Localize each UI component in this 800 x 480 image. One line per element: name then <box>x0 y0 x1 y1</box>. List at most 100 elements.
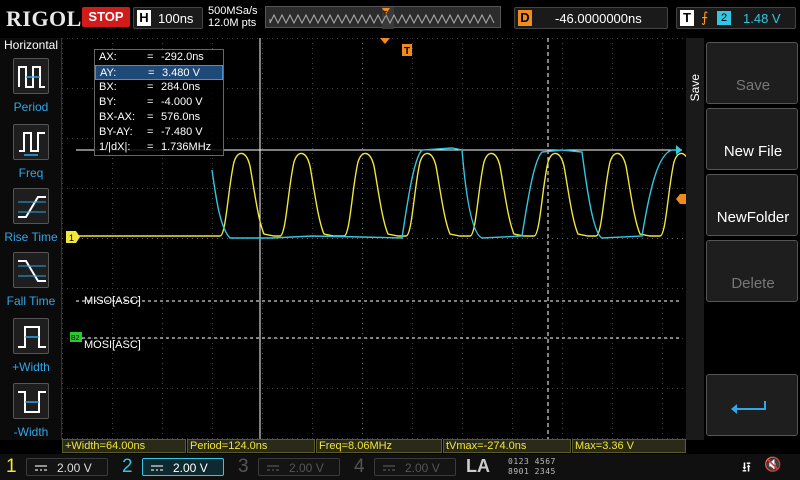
logic-analyzer-label[interactable]: LA <box>466 456 490 477</box>
cursor-row: BY-AY: = -7.480 V <box>95 125 223 140</box>
horizontal-measure-menu: Horizontal Period Freq Rise Time Fall Ti… <box>0 38 62 440</box>
cursor-readout-table: AX: = -292.0ns AY: = 3.480 V BX: = 284.0ns BY: = -4… <box>94 49 224 156</box>
la-bits-row1: 0123 4567 <box>508 457 556 466</box>
new-file-button[interactable]: New File <box>706 108 798 170</box>
delay-box[interactable]: D -46.0000000ns <box>514 7 668 29</box>
dc-coupling-icon <box>264 459 282 480</box>
dc-coupling-icon <box>148 459 166 480</box>
run-stop-indicator[interactable]: STOP <box>82 7 130 27</box>
new-folder-button-label: NewFolder <box>716 209 790 226</box>
top-status-bar: RIGOL STOP H 100ns 500MSa/s 12.0M pts T … <box>0 0 800 36</box>
menu-label-freq: Freq <box>18 166 44 180</box>
new-file-button-label: New File <box>723 143 783 160</box>
logic-analyzer-channels[interactable]: 0123 4567 8901 2345 <box>508 457 556 477</box>
menu-label-neg-width: -Width <box>13 425 49 439</box>
equals-sign: = <box>147 96 154 108</box>
mute-icon[interactable]: 🔇 <box>764 456 781 473</box>
sample-rate: 500MSa/s <box>208 5 258 17</box>
channel-scale-value: 2.00 V <box>57 461 92 475</box>
cursor-row: BY: = -4.000 V <box>95 95 223 110</box>
rigol-logo: RIGOL <box>6 6 82 31</box>
cursor-row: AY: = 3.480 V <box>95 65 223 80</box>
menu-item-neg-width[interactable]: -Width <box>0 383 62 445</box>
menu-item-fall-time[interactable]: Fall Time <box>0 252 62 314</box>
return-button[interactable] <box>706 374 798 436</box>
menu-label-period: Period <box>13 100 49 114</box>
channel-2-box[interactable]: 2 2.00 V <box>116 454 228 480</box>
menu-item-pos-width[interactable]: +Width <box>0 318 62 380</box>
menu-label-rise-time: Rise Time <box>4 230 58 244</box>
delete-button[interactable]: Delete <box>706 240 798 302</box>
period-icon <box>13 58 49 94</box>
waveform-overview-bar[interactable]: T <box>265 6 501 29</box>
new-folder-button[interactable]: NewFolder <box>706 174 798 236</box>
trigger-box[interactable]: T ⨍ 2 1.48 V <box>676 7 796 29</box>
freq-icon <box>13 124 49 160</box>
dc-coupling-icon <box>32 459 50 480</box>
dc-coupling-icon <box>380 459 398 480</box>
rising-edge-icon: ⨍ <box>701 9 709 25</box>
channel-scale-value: 2.00 V <box>405 461 440 475</box>
cursor-row: BX: = 284.0ns <box>95 80 223 95</box>
pos-width-icon <box>13 318 49 354</box>
channel-scale-value: 2.00 V <box>289 461 324 475</box>
menu-label-fall-time: Fall Time <box>6 294 56 308</box>
acquisition-info: 500MSa/s 12.0M pts <box>208 5 258 29</box>
usb-icon: ⭿ <box>742 459 752 475</box>
channel-number: 3 <box>238 456 249 477</box>
channel-4-box[interactable]: 4 2.00 V <box>348 454 460 480</box>
overview-waveform: T <box>269 7 495 29</box>
cursor-value: 284.0ns <box>161 81 201 93</box>
memory-depth: 12.0M pts <box>208 17 257 29</box>
save-button[interactable]: Save <box>706 42 798 104</box>
channel-scale-box: 2.00 V <box>142 458 224 476</box>
horizontal-scale-box[interactable]: H 100ns <box>133 7 203 29</box>
equals-sign: = <box>147 126 154 138</box>
channel-number: 2 <box>122 456 133 477</box>
trigger-level-marker <box>676 194 686 204</box>
equals-sign: = <box>148 67 155 79</box>
menu-item-freq[interactable]: Freq <box>0 124 62 186</box>
rise-time-icon <box>13 188 49 224</box>
cursor-value: 1.736MHz <box>161 141 212 153</box>
cursor-value: -292.0ns <box>161 51 204 63</box>
trigger-key: T <box>680 10 694 26</box>
save-menu-title: Save <box>688 74 702 102</box>
measurement-period[interactable]: Period=124.0ns <box>187 439 315 453</box>
measurement-bar: +Width=64.00ns Period=124.0ns Freq=8.06M… <box>62 439 686 453</box>
cursor-value: -7.480 V <box>161 126 203 138</box>
cursor-label: BY-AY: <box>99 126 133 138</box>
trigger-source: 2 <box>717 11 731 25</box>
fall-time-icon <box>13 252 49 288</box>
la-bits-row2: 8901 2345 <box>508 467 556 476</box>
equals-sign: = <box>147 141 154 153</box>
menu-item-rise-time[interactable]: Rise Time <box>0 188 62 250</box>
mosi-decoder-label: MOSI[ASC] <box>84 339 141 351</box>
menu-title: Horizontal <box>3 38 59 52</box>
cursor-label: 1/|dX|: <box>99 141 131 153</box>
channel-1-box[interactable]: 1 2.00 V <box>0 454 112 480</box>
measurement-pos-width[interactable]: +Width=64.00ns <box>62 439 186 453</box>
channel-bar: 1 2.00 V 2 2.00 V 3 2.00 V 4 2.00 V <box>0 454 800 480</box>
save-button-label: Save <box>735 77 771 94</box>
measurement-max[interactable]: Max=3.36 V <box>572 439 686 453</box>
channel-scale-box: 2.00 V <box>258 458 340 476</box>
cursor-row: BX-AX: = 576.0ns <box>95 110 223 125</box>
cursor-label: BX-AX: <box>99 111 136 123</box>
equals-sign: = <box>147 111 154 123</box>
channel-scale-box: 2.00 V <box>26 458 108 476</box>
cursor-label: BY: <box>99 96 117 108</box>
measurement-freq[interactable]: Freq=8.06MHz <box>316 439 442 453</box>
equals-sign: = <box>147 81 154 93</box>
cursor-value: -4.000 V <box>161 96 203 108</box>
miso-decoder-label: MISO[ASC] <box>84 295 141 307</box>
measurement-tvmax[interactable]: tVmax=-274.0ns <box>443 439 571 453</box>
menu-item-period[interactable]: Period <box>0 58 62 120</box>
cursor-value: 576.0ns <box>161 111 201 123</box>
channel-number: 4 <box>354 456 365 477</box>
equals-sign: = <box>147 51 154 63</box>
channel-3-box[interactable]: 3 2.00 V <box>232 454 344 480</box>
channel-scale-value: 2.00 V <box>173 461 208 475</box>
horizontal-scale-value: 100ns <box>158 11 194 26</box>
cursor-label: AX: <box>99 51 117 63</box>
